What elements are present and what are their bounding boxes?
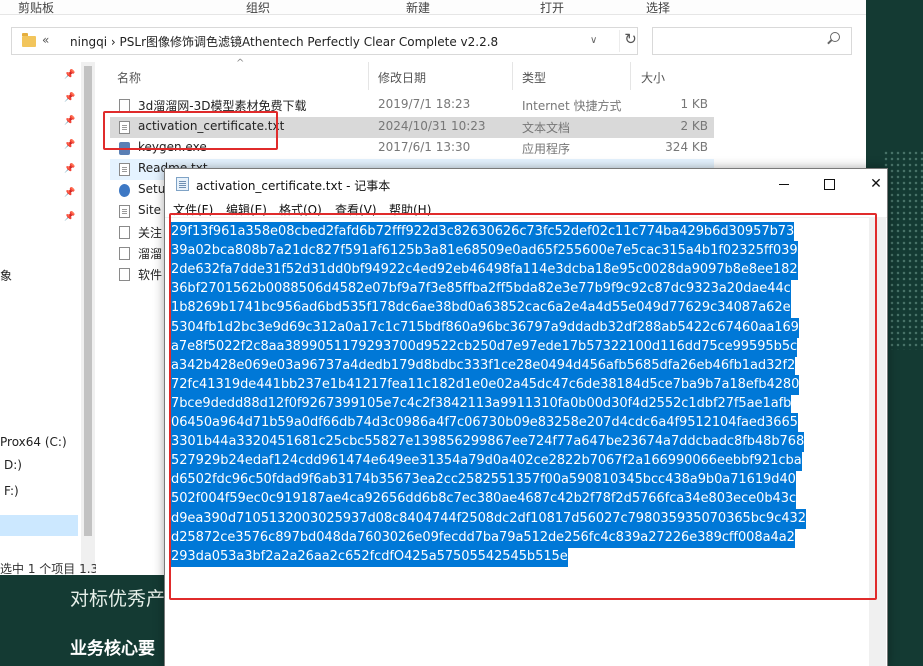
file-date: 2017/6/1 13:30 — [378, 140, 471, 154]
background-text-2: 业务核心要 — [70, 639, 155, 659]
nav-scrollbar[interactable] — [81, 62, 95, 573]
setup-icon — [119, 184, 130, 197]
file-date: 2024/10/31 10:23 — [378, 119, 486, 133]
column-divider[interactable] — [512, 62, 513, 90]
text-file-icon — [119, 205, 130, 218]
nav-item-selected-bg — [0, 515, 78, 536]
window-title: activation_certificate.txt - 记事本 — [196, 179, 391, 193]
link-icon — [119, 268, 130, 281]
text-file-icon — [119, 163, 130, 176]
ribbon-open[interactable]: 打开 — [540, 0, 564, 16]
pin-icon[interactable]: 📌 — [64, 212, 75, 222]
chevron-down-icon[interactable]: ∨ — [590, 35, 597, 46]
pin-icon[interactable]: 📌 — [64, 164, 75, 174]
navigation-pane: 📌 📌 📌 📌 📌 📌 📌 象 Prox64 (C:) D:) F:) — [0, 58, 96, 575]
column-header-type[interactable]: 类型 — [522, 69, 546, 86]
address-path[interactable]: ningqi › PSLr图像修饰调色滤镜Athentech Perfectly… — [70, 33, 498, 50]
file-name: 溜溜 — [138, 247, 163, 261]
column-divider[interactable] — [368, 62, 369, 90]
column-divider[interactable] — [630, 62, 631, 90]
ribbon-select[interactable]: 选择 — [646, 0, 670, 16]
pin-icon[interactable]: 📌 — [64, 70, 75, 80]
pin-icon[interactable]: 📌 — [64, 188, 75, 198]
address-row: « ningqi › PSLr图像修饰调色滤镜Athentech Perfect… — [0, 24, 866, 58]
nav-scrollbar-thumb[interactable] — [84, 66, 92, 536]
file-date: 2019/7/1 18:23 — [378, 97, 471, 111]
file-name: 软件 — [138, 268, 163, 282]
ribbon-clipboard[interactable]: 剪贴板 — [18, 0, 54, 16]
pin-icon[interactable]: 📌 — [64, 116, 75, 126]
highlight-box-file — [103, 111, 278, 150]
close-button[interactable]: ✕ — [853, 169, 899, 199]
nav-item-drive-f[interactable]: F:) — [4, 484, 19, 498]
file-type: Internet 快捷方式 — [522, 99, 622, 113]
column-header-date[interactable]: 修改日期 — [378, 69, 426, 86]
background-text-1: 对标优秀产 — [70, 588, 166, 610]
address-bar[interactable]: « ningqi › PSLr图像修饰调色滤镜Athentech Perfect… — [11, 27, 638, 55]
notepad-icon — [176, 177, 189, 191]
maximize-button[interactable] — [806, 169, 852, 199]
link-icon — [119, 226, 130, 239]
file-size: 2 KB — [680, 119, 708, 133]
file-type: 文本文档 — [522, 121, 571, 135]
explorer-ribbon: 剪贴板 组织 新建 打开 选择 — [0, 0, 866, 15]
file-type: 应用程序 — [522, 142, 571, 156]
column-header-size[interactable]: 大小 — [641, 69, 665, 86]
file-size: 1 KB — [680, 97, 708, 111]
pin-icon[interactable]: 📌 — [64, 140, 75, 150]
nav-item-drive-c[interactable]: Prox64 (C:) — [0, 435, 67, 449]
sort-ascending-icon: ^ — [236, 58, 245, 69]
ribbon-organize[interactable]: 组织 — [246, 0, 270, 16]
column-header-name[interactable]: 名称 — [117, 69, 141, 86]
pin-icon[interactable]: 📌 — [64, 93, 75, 103]
file-name: 关注 — [138, 226, 163, 240]
folder-icon — [22, 33, 36, 47]
notepad-titlebar[interactable]: activation_certificate.txt - 记事本 ✕ — [165, 169, 887, 199]
minimize-button[interactable] — [761, 169, 807, 199]
search-icon[interactable] — [830, 32, 840, 42]
file-size: 324 KB — [665, 140, 708, 154]
highlight-box-content — [169, 213, 877, 600]
link-icon — [119, 247, 130, 260]
nav-item-drive-d[interactable]: D:) — [4, 458, 22, 472]
nav-item-pictures[interactable]: 象 — [0, 267, 12, 284]
search-input[interactable] — [652, 27, 852, 55]
refresh-icon[interactable]: ↻ — [619, 30, 641, 52]
address-back-chevron[interactable]: « — [42, 33, 49, 47]
ribbon-new[interactable]: 新建 — [406, 0, 430, 16]
